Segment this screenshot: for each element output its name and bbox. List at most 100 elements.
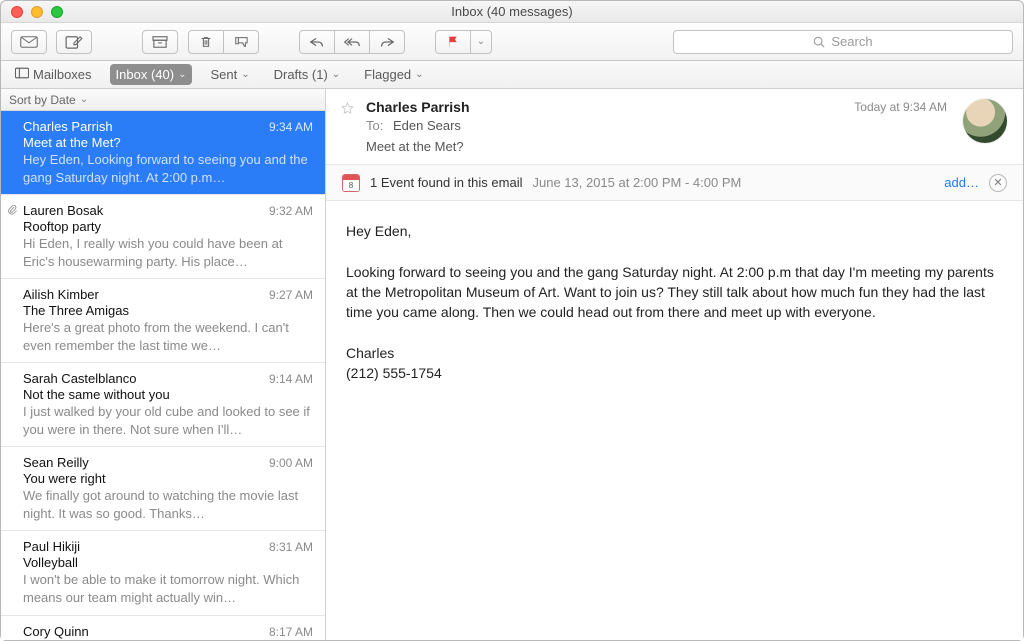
compose-button[interactable] [56, 30, 92, 54]
main-split: Sort by Date ⌄ Charles Parrish9:34 AMMee… [1, 89, 1023, 640]
archive-icon [151, 35, 169, 49]
event-add-link[interactable]: add… [944, 175, 979, 190]
event-banner: 8 1 Event found in this email June 13, 2… [326, 165, 1023, 201]
reader-subject: Meet at the Met? [366, 139, 1007, 154]
reader-pane: Charles Parrish Today at 9:34 AM To: Ede… [326, 89, 1023, 640]
thumbs-down-icon [232, 35, 250, 49]
sender-avatar[interactable] [963, 99, 1007, 143]
reply-button[interactable] [299, 30, 335, 54]
message-list: Charles Parrish9:34 AMMeet at the Met?He… [1, 111, 325, 640]
toolbar: ⌄ Search [1, 23, 1023, 61]
reader-to: Eden Sears [393, 118, 461, 133]
message-row[interactable]: Lauren Bosak 9:32 AMRooftop partyHi Eden,… [1, 195, 325, 279]
message-time: 9:32 AM [269, 204, 313, 218]
message-subject: You were right [23, 471, 313, 486]
event-dismiss-button[interactable]: ✕ [989, 174, 1007, 192]
compose-icon [65, 35, 83, 49]
fav-sent[interactable]: Sent ⌄ [204, 64, 255, 85]
titlebar: Inbox (40 messages) [1, 1, 1023, 23]
sidebar-icon [15, 67, 29, 82]
message-time: 9:27 AM [269, 288, 313, 302]
fav-drafts[interactable]: Drafts (1) ⌄ [268, 64, 347, 85]
chevron-down-icon: ⌄ [477, 36, 485, 47]
message-subject: Rooftop party [23, 219, 313, 234]
message-row[interactable]: Sean Reilly 9:00 AMYou were rightWe final… [1, 447, 325, 531]
message-subject: Volleyball [23, 555, 313, 570]
forward-icon [378, 35, 396, 49]
flag-menu-button[interactable]: ⌄ [470, 30, 492, 54]
event-label: 1 Event found in this email [370, 175, 522, 190]
mailboxes-label: Mailboxes [33, 67, 92, 82]
forward-button[interactable] [369, 30, 405, 54]
chevron-down-icon: ⌄ [178, 69, 186, 80]
window-title: Inbox (40 messages) [451, 4, 572, 19]
star-outline-icon [340, 101, 355, 116]
message-time: 9:34 AM [269, 120, 313, 134]
reply-icon [308, 35, 326, 49]
message-time: 9:14 AM [269, 372, 313, 386]
message-from: Sarah Castelblanco [23, 371, 136, 386]
message-subject: The Three Amigas [23, 303, 313, 318]
zoom-window-button[interactable] [51, 6, 63, 18]
calendar-icon: 8 [342, 174, 360, 192]
reader-body: Hey Eden, Looking forward to seeing you … [326, 201, 1023, 403]
search-placeholder: Search [831, 34, 872, 49]
chevron-down-icon: ⌄ [80, 94, 88, 105]
message-row[interactable]: Charles Parrish 9:34 AMMeet at the Met?He… [1, 111, 325, 195]
minimize-window-button[interactable] [31, 6, 43, 18]
sort-bar[interactable]: Sort by Date ⌄ [1, 89, 325, 111]
fav-inbox[interactable]: Inbox (40) ⌄ [110, 64, 193, 85]
message-preview: Hi Eden, I really wish you could have be… [23, 235, 313, 270]
archive-button[interactable] [142, 30, 178, 54]
reader-to-line: To: Eden Sears [366, 118, 1007, 133]
close-icon: ✕ [993, 176, 1002, 189]
message-time: 8:31 AM [269, 540, 313, 554]
envelope-icon [20, 35, 38, 49]
reader-sender: Charles Parrish [366, 99, 470, 115]
message-preview: I just walked by your old cube and looke… [23, 403, 313, 438]
chevron-down-icon: ⌄ [332, 69, 340, 80]
message-from: Cory Quinn [23, 624, 89, 639]
window-controls [11, 6, 63, 18]
search-icon [813, 36, 825, 48]
message-from: Charles Parrish [23, 119, 113, 134]
message-row[interactable]: Paul Hikiji8:31 AMVolleyballI won't be a… [1, 531, 325, 615]
message-from: Sean Reilly [23, 455, 89, 470]
favorites-bar: Mailboxes Inbox (40) ⌄ Sent ⌄ Drafts (1)… [1, 61, 1023, 89]
message-row[interactable]: Sarah Castelblanco9:14 AMNot the same wi… [1, 363, 325, 447]
delete-button[interactable] [188, 30, 224, 54]
message-preview: Here's a great photo from the weekend. I… [23, 319, 313, 354]
vip-star-toggle[interactable] [340, 101, 355, 119]
close-window-button[interactable] [11, 6, 23, 18]
message-row[interactable]: Ailish Kimber9:27 AMThe Three AmigasHere… [1, 279, 325, 363]
fav-flagged[interactable]: Flagged ⌄ [358, 64, 429, 85]
fav-flagged-label: Flagged [364, 67, 411, 82]
fav-drafts-label: Drafts (1) [274, 67, 328, 82]
fav-sent-label: Sent [210, 67, 237, 82]
message-row[interactable]: Cory Quinn8:17 AM [1, 616, 325, 640]
junk-button[interactable] [223, 30, 259, 54]
mailboxes-toggle[interactable]: Mailboxes [9, 64, 98, 85]
message-list-pane: Sort by Date ⌄ Charles Parrish 9:34 AMMee… [1, 89, 326, 640]
search-field[interactable]: Search [673, 30, 1013, 54]
reply-all-icon [343, 35, 361, 49]
to-label: To: [366, 118, 383, 133]
event-time: June 13, 2015 at 2:00 PM - 4:00 PM [532, 175, 741, 190]
message-subject: Meet at the Met? [23, 135, 313, 150]
message-preview: We finally got around to watching the mo… [23, 487, 313, 522]
flag-button[interactable] [435, 30, 471, 54]
chevron-down-icon: ⌄ [241, 69, 249, 80]
message-from: Paul Hikiji [23, 539, 80, 554]
trash-icon [197, 35, 215, 49]
sort-label: Sort by Date [9, 93, 76, 107]
message-from: Lauren Bosak [23, 203, 103, 218]
message-time: 9:00 AM [269, 456, 313, 470]
fav-inbox-label: Inbox (40) [116, 67, 175, 82]
reader-header: Charles Parrish Today at 9:34 AM To: Ede… [326, 89, 1023, 165]
message-preview: Hey Eden, Looking forward to seeing you … [23, 151, 313, 186]
flag-icon [444, 35, 462, 49]
chevron-down-icon: ⌄ [415, 69, 423, 80]
attachment-icon [6, 204, 18, 219]
get-mail-button[interactable] [11, 30, 47, 54]
reply-all-button[interactable] [334, 30, 370, 54]
